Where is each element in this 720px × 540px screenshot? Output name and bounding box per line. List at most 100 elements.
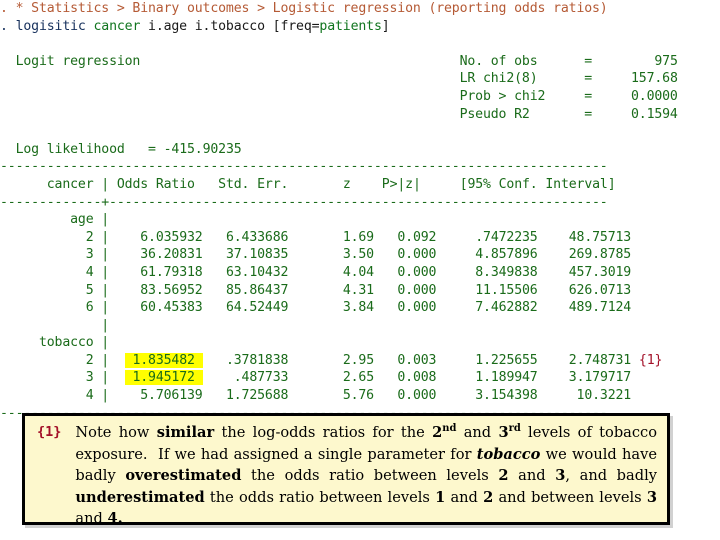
row-p: 0.000 [397, 247, 437, 263]
command-weight-var: patients [319, 18, 382, 34]
table-row: 3 | 1.945172 .487733 2.65 0.008 1.189947… [0, 369, 720, 387]
annotation-callout-box: {1} Note how similar the log-odds ratios… [22, 413, 670, 527]
table-row: 6 | 60.45383 64.52449 3.84 0.000 7.46288… [0, 299, 720, 317]
comment-text: * Statistics > Binary outcomes > Logisti… [15, 1, 608, 16]
row-ci-high: 10.3221 [576, 388, 632, 404]
group-label-row-tobacco: tobacco | [0, 334, 720, 352]
sep-bar: | [101, 317, 110, 333]
stat-value-2: 0.0000 [630, 88, 678, 104]
row-z: 3.50 [342, 247, 374, 263]
stat-pad-2 [0, 71, 460, 86]
row-odds-ratio: 83.56952 [140, 282, 203, 298]
row-ci-low: 11.15506 [475, 282, 538, 298]
callout-inner: {1} Note how similar the log-odds ratios… [25, 416, 667, 536]
spacer-line-1 [0, 35, 720, 53]
row-std-err: .3781838 [225, 352, 289, 368]
row-gap-6 [436, 247, 475, 262]
row-gap-6 [436, 283, 475, 298]
stat-gap2-0 [592, 54, 654, 69]
row-std-err: 1.725688 [225, 388, 289, 404]
row-p: 0.000 [397, 388, 437, 404]
stat-value-1: 157.68 [631, 71, 678, 87]
row-gap-6 [436, 370, 475, 385]
row-level-pad [0, 353, 86, 368]
row-std-err: .487733 [233, 370, 289, 386]
stat-label-1: LR chi2(8) [459, 71, 538, 87]
row-p: 0.008 [397, 370, 437, 386]
row-gap-6 [436, 300, 475, 315]
row-std-err: 64.52449 [225, 300, 289, 316]
row-p: 0.000 [397, 264, 437, 280]
table-row: 4 | 5.706139 1.725688 5.76 0.000 3.15439… [0, 387, 720, 405]
row-gap-7 [538, 230, 569, 245]
row-gap-3 [203, 265, 226, 280]
row-gap-4 [288, 230, 343, 245]
table-row: 5 | 83.56952 85.86437 4.31 0.000 11.1550… [0, 282, 720, 300]
row-gap-7 [538, 247, 569, 262]
row-gap-4 [288, 247, 343, 262]
row-odds-ratio-highlighted: 1.835482 [124, 352, 203, 368]
table-header-odds-ratio: Odds Ratio [116, 176, 195, 192]
stat-gap-1 [538, 71, 585, 86]
row-gap-5 [374, 353, 397, 368]
regression-title-line: Logit regression No. of obs = 975 [0, 53, 720, 71]
command-indepvars: i.age i.tobacco [140, 18, 273, 34]
row-level-pad [0, 388, 86, 403]
row-level-pad [0, 300, 86, 315]
row-gap-2 [109, 230, 140, 245]
row-std-err: 85.86437 [225, 282, 289, 298]
hdr-gap-6 [421, 177, 460, 192]
row-ci-low: 1.189947 [475, 370, 538, 386]
row-gap-5 [374, 265, 397, 280]
header-pad [0, 177, 47, 192]
table-header-bar: | [101, 176, 110, 192]
table-header-z: z [342, 176, 351, 192]
row-ci-high: 626.0713 [568, 282, 632, 298]
hdr-gap-4 [288, 177, 343, 192]
row-bar: | [101, 352, 110, 368]
row-ci-high: 48.75713 [568, 229, 632, 245]
row-std-err: 63.10432 [225, 264, 289, 280]
grp-pad-age [0, 212, 70, 227]
row-level-pad [0, 230, 86, 245]
row-z: 3.84 [342, 300, 374, 316]
group-separator-row: | [0, 317, 720, 335]
row-gap-7 [538, 353, 569, 368]
log-likelihood-eq: = [148, 141, 156, 157]
command-prompt: . [0, 18, 16, 34]
row-gap-5 [374, 300, 397, 315]
stat-label-2: Prob > chi2 [459, 88, 546, 104]
row-gap-5 [374, 370, 397, 385]
log-likelihood-line: Log likelihood = -415.90235 [0, 141, 720, 159]
row-gap-3 [203, 370, 234, 385]
row-level-pad [0, 247, 86, 262]
stat-eq-3: = [584, 106, 593, 122]
row-gap-5 [374, 247, 397, 262]
lead-pad-1 [0, 54, 16, 69]
stat-line-3: Pseudo R2 = 0.1594 [0, 106, 720, 124]
row-ci-low: 1.225655 [475, 352, 538, 368]
stat-gap-0 [538, 54, 585, 69]
callout-text: Note how similar the log-odds ratios for… [75, 423, 657, 527]
command-depvar: cancer [85, 18, 141, 34]
row-ci-high: 457.3019 [568, 264, 632, 280]
command-name: logisitic [15, 18, 86, 34]
row-gap-4 [288, 283, 343, 298]
row-ci-low: 4.857896 [475, 247, 538, 263]
row-std-err: 6.433686 [225, 229, 289, 245]
row-z: 4.31 [342, 282, 374, 298]
row-ci-low: 7.462882 [475, 300, 538, 316]
table-header-ci: [95% Conf. Interval] [459, 176, 616, 192]
row-ci-low: 3.154398 [475, 388, 538, 404]
row-p: 0.003 [397, 352, 437, 368]
table-row: 2 | 6.035932 6.433686 1.69 0.092 .747223… [0, 229, 720, 247]
hdr-gap-2 [109, 177, 117, 192]
row-gap-2 [109, 300, 140, 315]
table-rule-mid: -------------+--------------------------… [0, 194, 608, 210]
row-ci-low: 8.349838 [475, 264, 538, 280]
row-gap-7 [538, 265, 569, 280]
row-gap-6 [436, 388, 475, 403]
row-p: 0.092 [397, 229, 437, 245]
row-gap-5 [374, 283, 397, 298]
command-line: . logisitic cancer i.age i.tobacco [freq… [0, 18, 720, 36]
